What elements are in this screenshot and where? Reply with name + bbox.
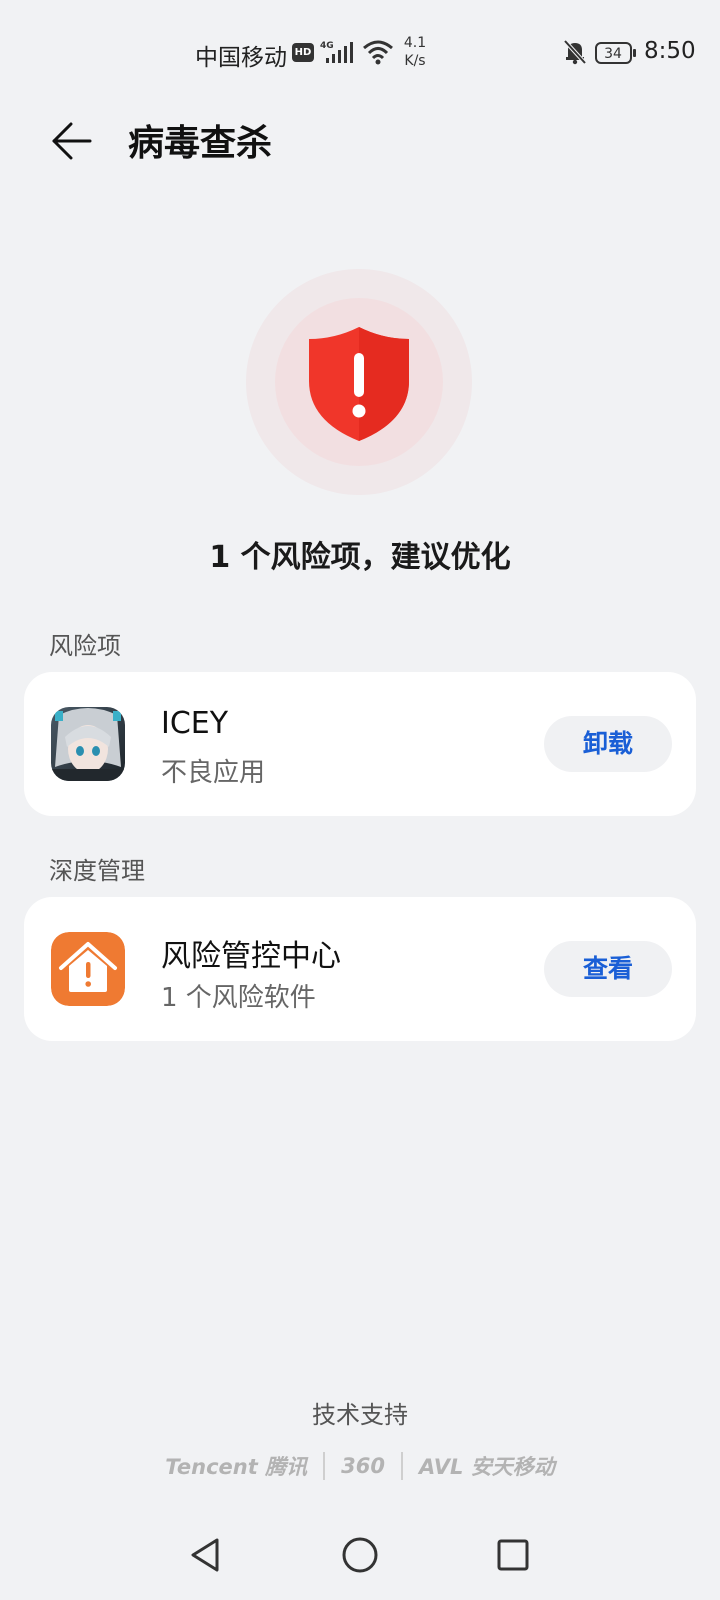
- deep-item-title: 风险管控中心: [161, 939, 341, 974]
- tech-support-label: 技术支持: [312, 1401, 408, 1429]
- partner-avl: AVL 安天移动: [418, 1455, 555, 1479]
- network-speed-unit: K/s: [404, 53, 426, 69]
- carrier-name: 中国移动: [195, 45, 287, 71]
- clock: 8:50: [644, 38, 696, 64]
- partner-logos: Tencent 腾讯 360 AVL 安天移动: [0, 1446, 720, 1486]
- nav-back-button[interactable]: [180, 1530, 230, 1580]
- icey-app-icon: [51, 707, 125, 781]
- section-label-risk: 风险项: [49, 632, 121, 660]
- wifi-icon: [363, 40, 393, 65]
- battery-level: 34: [604, 46, 622, 62]
- nav-recents-button[interactable]: [488, 1530, 538, 1580]
- triangle-back-icon: [191, 1538, 219, 1572]
- partner-360: 360: [341, 1454, 385, 1478]
- risk-item-card[interactable]: ICEY 不良应用 卸载: [24, 672, 696, 816]
- deep-item-card[interactable]: 风险管控中心 1 个风险软件 查看: [24, 897, 696, 1041]
- view-button[interactable]: 查看: [544, 941, 672, 997]
- risk-item-title: ICEY: [161, 706, 229, 741]
- square-recents-icon: [497, 1539, 529, 1571]
- network-speed: 4.1 K/s: [400, 34, 430, 70]
- status-bar: 中国移动 HD 4G 4.1 K/s 34 8:50: [0, 0, 720, 108]
- hd-badge: HD: [292, 43, 314, 62]
- virus-scan-screen: 中国移动 HD 4G 4.1 K/s 34 8:50 病毒查杀 1 个风险项，建…: [0, 0, 720, 1600]
- cellular-signal-icon: 4G: [320, 41, 353, 63]
- partner-tencent: Tencent 腾讯: [165, 1455, 308, 1479]
- bell-muted-icon: [563, 39, 587, 65]
- risk-item-subtitle: 不良应用: [161, 758, 266, 788]
- shield-alert-icon: [309, 327, 409, 441]
- nav-home-button[interactable]: [335, 1530, 385, 1580]
- page-title: 病毒查杀: [128, 123, 273, 164]
- home-alert-icon: [51, 932, 125, 1006]
- scan-summary: 1 个风险项，建议优化: [209, 540, 511, 575]
- network-speed-value: 4.1: [403, 35, 427, 51]
- uninstall-button[interactable]: 卸载: [544, 716, 672, 772]
- circle-home-icon: [342, 1537, 378, 1573]
- back-button[interactable]: [42, 112, 100, 170]
- arrow-left-icon: [52, 122, 92, 160]
- deep-item-subtitle: 1 个风险软件: [161, 983, 316, 1013]
- risk-status-indicator: [246, 269, 472, 495]
- battery-icon: 34: [595, 42, 636, 64]
- network-type: 4G: [320, 41, 334, 51]
- section-label-deep: 深度管理: [49, 857, 145, 885]
